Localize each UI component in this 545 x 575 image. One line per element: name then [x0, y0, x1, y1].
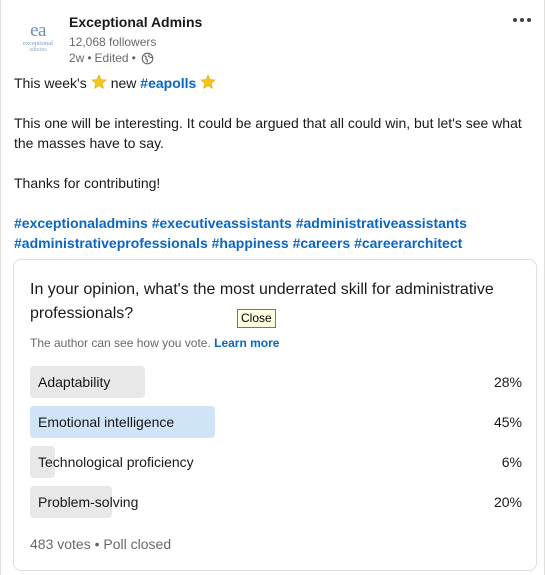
meta-separator: •: [87, 51, 92, 65]
logo-text-line1: exceptional: [23, 40, 53, 47]
hashtag-careers[interactable]: #careers: [293, 235, 351, 251]
hashtag-exceptionaladmins[interactable]: #exceptionaladmins: [14, 215, 148, 231]
poll-question: In your opinion, what's the most underra…: [30, 281, 494, 322]
poll-option-emotional-intelligence[interactable]: Emotional intelligence 45%: [30, 406, 522, 438]
hashtag-administrativeprofessionals[interactable]: #administrativeprofessionals: [14, 235, 208, 251]
post-meta: 2w • Edited •: [69, 51, 154, 65]
more-options-icon[interactable]: [510, 10, 534, 30]
poll-container: In your opinion, what's the most underra…: [13, 259, 537, 571]
poll-footer: 483 votes • Poll closed: [30, 536, 171, 552]
logo-text-line2: admins: [29, 47, 47, 53]
star-emoji-icon: [90, 74, 107, 89]
vote-count: 483 votes: [30, 536, 91, 552]
poll-option-label: Technological proficiency: [38, 454, 194, 470]
poll-option-label: Emotional intelligence: [38, 414, 175, 430]
poll-option-adaptability[interactable]: Adaptability 28%: [30, 366, 522, 398]
company-logo[interactable]: ea exceptional admins: [14, 14, 62, 62]
poll-option-technological-proficiency[interactable]: Technological proficiency 6%: [30, 446, 522, 478]
hashtag-executiveassistants[interactable]: #executiveassistants: [152, 215, 292, 231]
hashtag-happiness[interactable]: #happiness: [212, 235, 289, 251]
hashtag-eapolls[interactable]: #eapolls: [140, 75, 196, 91]
meta-separator: •: [131, 51, 136, 65]
poll-visibility-note: The author can see how you vote. Learn m…: [30, 336, 279, 350]
poll-option-percent: 45%: [493, 414, 522, 430]
logo-monogram: ea: [30, 20, 46, 41]
star-emoji-icon: [200, 74, 217, 89]
hashtag-administrativeassistants[interactable]: #administrativeassistants: [296, 215, 467, 231]
author-name[interactable]: Exceptional Admins: [69, 14, 202, 30]
poll-note-text: The author can see how you vote.: [30, 336, 211, 350]
poll-option-percent: 20%: [493, 494, 522, 510]
globe-icon: [141, 52, 154, 64]
close-tooltip: Close: [237, 309, 276, 328]
post-card: ea exceptional admins Exceptional Admins…: [0, 0, 545, 575]
post-paragraph-2: This one will be interesting. It could b…: [14, 115, 522, 151]
text-this-week: This week's: [14, 75, 87, 91]
learn-more-link[interactable]: Learn more: [214, 336, 279, 350]
poll-option-problem-solving[interactable]: Problem-solving 20%: [30, 486, 522, 518]
poll-option-percent: 6%: [501, 454, 522, 470]
poll-option-percent: 28%: [493, 374, 522, 390]
hashtags-line-2: #administrativeprofessionals #happiness …: [14, 233, 534, 253]
hashtag-careerarchitect[interactable]: #careerarchitect: [354, 235, 462, 251]
poll-option-label: Problem-solving: [38, 494, 139, 510]
footer-separator: •: [94, 536, 100, 552]
poll-option-label: Adaptability: [38, 374, 111, 390]
hashtags-line-1: #exceptionaladmins #executiveassistants …: [14, 213, 534, 233]
post-text-line1: This week's new #eapolls: [14, 73, 534, 93]
poll-status: Poll closed: [103, 536, 172, 552]
follower-count: 12,068 followers: [69, 35, 157, 49]
text-new: new: [110, 75, 137, 91]
post-paragraph-3: Thanks for contributing!: [14, 175, 161, 191]
post-time: 2w: [69, 51, 85, 65]
edited-label: Edited: [94, 51, 129, 65]
